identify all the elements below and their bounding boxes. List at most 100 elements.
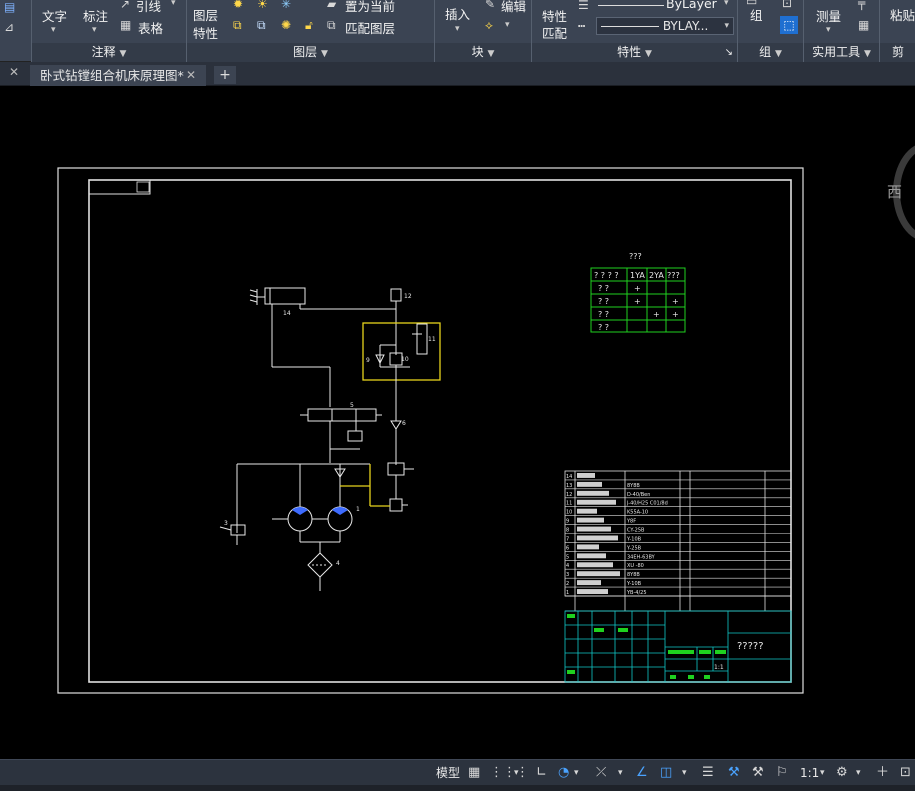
- block-panel-expand-icon[interactable]: ▼: [487, 49, 494, 59]
- group-edit-icon[interactable]: ⊡: [782, 0, 792, 10]
- workspace-chevron-icon[interactable]: ▾: [856, 764, 861, 782]
- action-table-cell: +: [634, 284, 641, 293]
- annotation-scale-value[interactable]: 1:1: [800, 764, 819, 782]
- insert-block-button[interactable]: 插入: [445, 4, 470, 23]
- command-line-strip[interactable]: [0, 785, 915, 791]
- annotation-scale-icon[interactable]: ⚐: [776, 764, 788, 782]
- ribbon-panel-clipboard: 粘贴 剪贴: [880, 0, 915, 78]
- edit-block-button[interactable]: 编辑: [501, 0, 526, 15]
- layer-iso-icon[interactable]: ⧉: [233, 18, 242, 33]
- previous-tab-close-icon[interactable]: ✕: [9, 65, 19, 79]
- lineweight-dropdown[interactable]: ByLayer: [666, 0, 717, 11]
- leader-chevron-icon[interactable]: ▾: [171, 0, 176, 8]
- set-current-layer-button[interactable]: 置为当前: [345, 0, 395, 15]
- group-select-icon[interactable]: ⬚: [780, 16, 798, 34]
- linetype-icon: ┅: [578, 19, 586, 33]
- match-layer-button[interactable]: 匹配图层: [345, 18, 395, 37]
- properties-panel-launcher-icon[interactable]: ↘: [725, 43, 733, 62]
- set-current-layer-icon[interactable]: ▰: [327, 0, 336, 11]
- polar-tracking-icon[interactable]: ◔: [558, 764, 569, 782]
- measure-button[interactable]: 测量: [816, 6, 841, 25]
- lineweight-display-icon[interactable]: ☰: [702, 764, 714, 782]
- lineweight-sample: [598, 5, 664, 6]
- plus-icon[interactable]: ＋: [876, 764, 889, 782]
- ortho-mode-icon[interactable]: ∟: [536, 764, 547, 782]
- insert-block-chevron-icon[interactable]: ▾: [455, 24, 460, 34]
- drawing-canvas[interactable]: 西 14 12 11 10 9 5 6 4 1 3 ??? ? ? ? ? 1Y…: [0, 87, 915, 759]
- layer-sun-icon[interactable]: ☀: [257, 0, 268, 11]
- object-snap-tracking-icon[interactable]: ∠: [636, 764, 648, 782]
- action-table-header-3: ???: [667, 271, 680, 280]
- paste-button[interactable]: 粘贴: [890, 5, 915, 24]
- layer-walk-icon[interactable]: ✺: [281, 18, 291, 32]
- measure-chevron-icon[interactable]: ▾: [826, 25, 831, 35]
- table-button[interactable]: 表格: [138, 18, 163, 37]
- lineweight-dropdown-chevron-icon[interactable]: ▾: [724, 0, 729, 8]
- groups-panel-title[interactable]: 组 ▼: [738, 43, 803, 62]
- annotation-panel-expand-icon[interactable]: ▼: [119, 49, 126, 59]
- action-table-cell: +: [672, 310, 679, 319]
- bom-row-number: 8: [566, 528, 569, 534]
- hardware-acceleration-icon[interactable]: ⊡: [900, 764, 911, 782]
- object-snap-chevron-icon[interactable]: ▾: [682, 764, 687, 782]
- layer-properties-button-line2[interactable]: 特性: [193, 23, 218, 42]
- bom-row-model: 34EH-63BY: [627, 554, 656, 560]
- leader-button[interactable]: 引线: [136, 0, 161, 15]
- calculator-icon[interactable]: ▦: [858, 18, 869, 32]
- utilities-panel-title[interactable]: 实用工具 ▼: [804, 43, 879, 62]
- workspace-gear-icon[interactable]: ⚙: [836, 764, 848, 782]
- isometric-chevron-icon[interactable]: ▾: [618, 764, 623, 782]
- clipboard-panel-title[interactable]: 剪贴: [880, 43, 915, 78]
- annotation-visibility-icon[interactable]: ⚒: [728, 764, 740, 782]
- group-button[interactable]: 组: [750, 5, 763, 24]
- new-tab-button[interactable]: +: [214, 66, 236, 84]
- dimension-tool-button[interactable]: 标注: [83, 6, 108, 25]
- match-properties-line2[interactable]: 匹配: [542, 23, 567, 42]
- annotation-panel-title[interactable]: 注释 ▼: [32, 43, 186, 62]
- bom-row-model: Y8F: [626, 519, 636, 525]
- isometric-drafting-icon[interactable]: ⤫: [596, 764, 606, 782]
- layers-panel-title[interactable]: 图层 ▼: [187, 43, 434, 62]
- auto-scale-icon[interactable]: ⚒: [752, 764, 764, 782]
- block-attribute-icon[interactable]: ⟡: [485, 18, 493, 33]
- linetype-dropdown-chevron-icon[interactable]: ▾: [724, 18, 729, 34]
- text-tool-button[interactable]: 文字: [42, 6, 67, 25]
- layer-freeze-icon[interactable]: ✳: [281, 0, 291, 11]
- dimension-tool-chevron-icon[interactable]: ▾: [92, 25, 97, 35]
- polar-tracking-chevron-icon[interactable]: ▾: [574, 764, 579, 782]
- linetype-dropdown[interactable]: BYLAY... ▾: [596, 17, 734, 35]
- object-snap-icon[interactable]: ◫: [660, 764, 672, 782]
- action-table-cell: ? ?: [598, 310, 609, 319]
- annotation-scale-chevron-icon[interactable]: ▾: [820, 764, 825, 782]
- layer-unisolate-icon[interactable]: ⧉: [257, 18, 266, 33]
- part-label-1: 1: [356, 506, 360, 513]
- tab-active-drawing[interactable]: 卧式钻镗组合机床原理图* ✕: [30, 65, 206, 86]
- groups-panel-expand-icon[interactable]: ▼: [775, 49, 782, 59]
- bom-row-number: 6: [566, 545, 569, 551]
- table-icon[interactable]: ▦: [120, 18, 131, 32]
- layer-lock-icon[interactable]: 🔓︎: [305, 18, 313, 33]
- properties-panel-title[interactable]: 特性 ▼ ↘: [532, 43, 737, 62]
- block-panel-title[interactable]: 块 ▼: [435, 43, 531, 62]
- snap-mode-icon[interactable]: ⋮⋮⋮: [490, 764, 529, 782]
- action-table-cell: ? ?: [598, 323, 609, 332]
- active-tab-close-icon[interactable]: ✕: [186, 65, 196, 86]
- layer-properties-button-line1[interactable]: 图层: [193, 5, 218, 24]
- utilities-panel-expand-icon[interactable]: ▼: [864, 49, 871, 59]
- edit-block-icon[interactable]: ✎: [485, 0, 495, 11]
- modify-tool-icon[interactable]: ⊿: [4, 20, 14, 34]
- document-tab-bar: ✕ 卧式钻镗组合机床原理图* ✕ +: [0, 62, 915, 86]
- block-attribute-chevron-icon[interactable]: ▾: [505, 20, 510, 30]
- layer-state-icon[interactable]: ✹: [233, 0, 243, 11]
- leader-icon[interactable]: ↗: [120, 0, 130, 11]
- model-space-button[interactable]: 模型: [436, 764, 460, 782]
- layers-panel-expand-icon[interactable]: ▼: [321, 49, 328, 59]
- bom-row-model: 8Y8B: [627, 483, 640, 489]
- draw-tool-icon[interactable]: ▤: [4, 0, 15, 14]
- match-layer-icon[interactable]: ⧉: [327, 18, 336, 33]
- snap-mode-chevron-icon[interactable]: ▾: [514, 764, 519, 782]
- grid-display-icon[interactable]: ▦: [468, 764, 480, 782]
- properties-panel-expand-icon[interactable]: ▼: [645, 49, 652, 59]
- text-tool-chevron-icon[interactable]: ▾: [51, 25, 56, 35]
- quick-select-icon[interactable]: ╤: [858, 0, 865, 10]
